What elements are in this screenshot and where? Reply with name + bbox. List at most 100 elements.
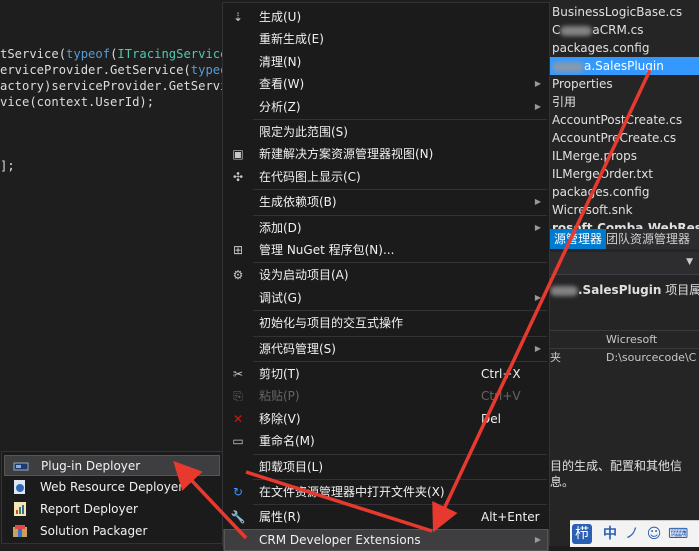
menu-item-cut[interactable]: ✂ 剪切(T) Ctrl+X [223,363,549,385]
menu-item-properties[interactable]: 🔧 属性(R) Alt+Enter [223,506,549,528]
menu-item-label: 重新生成(E) [259,32,324,47]
tree-item[interactable]: 引用 [552,93,576,111]
gear-icon: ⚙ [232,268,244,283]
tree-item[interactable]: ILMerge.props [552,147,637,165]
web-resource-icon [12,479,28,495]
menu-separator [253,479,547,480]
menu-item-label: 粘贴(P) [259,389,300,404]
tree-item-selected[interactable]: a.SalesPlugin [550,57,699,75]
remove-icon: ✕ [232,411,244,426]
property-row[interactable]: Wicresoft [550,330,699,349]
submenu-arrow-icon: ▶ [534,292,541,302]
menu-item-new-view[interactable]: ▣ 新建解决方案资源管理器视图(N) [223,143,549,165]
submenu-arrow-icon: ▶ [534,197,541,207]
context-menu[interactable]: ⇣ 生成(U) 重新生成(E) 清理(N) 查看(W) ▶ 分析(Z) ▶ 限定为此范围(S) ▣… [222,2,550,551]
menu-item-build-deps[interactable]: 生成依赖项(B) ▶ [223,191,549,213]
tree-item[interactable]: Properties [552,75,613,93]
property-description: 目的生成、配置和其他信息。 [550,459,683,489]
menu-item-label: 初始化与项目的交互式操作 [259,316,404,331]
menu-item-label: 生成(U) [259,10,302,24]
submenu-item-webresource-deployer[interactable]: Web Resource Deployer [4,477,220,498]
menu-item-label: 查看(W) [259,77,305,92]
plugin-icon [13,458,29,474]
ime-emoji-icon[interactable]: ☺ [644,524,664,544]
submenu-arrow-icon: ▶ [534,343,541,353]
menu-item-unload[interactable]: 卸载项目(L) [223,456,549,478]
submenu-arrow-icon: ▶ [534,222,541,232]
menu-item-label: 添加(D) [259,220,302,235]
ime-punct-icon[interactable]: ノ [622,524,642,544]
menu-item-clean[interactable]: 清理(N) [223,51,549,73]
menu-item-interactive[interactable]: 初始化与项目的交互式操作 [223,312,549,334]
tree-item[interactable]: AccountPostCreate.cs [552,111,682,129]
wrench-icon: 🔧 [230,510,246,525]
menu-item-nuget[interactable]: ⊞ 管理 NuGet 程序包(N)... [223,239,549,261]
crm-developer-submenu[interactable]: Plug-in Deployer Web Resource Deployer Rep… [1,451,223,544]
package-icon [12,523,28,539]
submenu-arrow-icon: ▶ [534,101,541,111]
menu-separator [253,335,547,337]
code-line: erviceProvider.GetService(typeof [0,63,222,77]
menu-item-view[interactable]: 查看(W) ▶ [223,73,549,95]
menu-item-label: 重命名(M) [259,434,315,449]
build-icon: ⇣ [232,10,244,24]
menu-item-code-map[interactable]: ✣ 在代码图上显示(C) [223,166,549,188]
menu-item-label: 源代码管理(S) [259,341,336,356]
menu-item-shortcut: Ctrl+V [481,389,521,404]
ime-keyboard-icon[interactable]: ⌨ [668,524,688,544]
menu-item-add[interactable]: 添加(D) ▶ [223,217,549,239]
tab-solution-explorer[interactable]: 源管理器 [550,229,607,249]
menu-item-remove[interactable]: ✕ 移除(V) Del [223,408,549,430]
menu-item-source-control[interactable]: 源代码管理(S) ▶ [223,338,549,360]
menu-separator [253,361,547,362]
menu-item-label: 在文件资源管理器中打开文件夹(X) [259,485,445,499]
ime-mode-icon[interactable]: 中 [600,524,620,544]
dropdown-arrow-icon[interactable]: ▼ [686,257,693,267]
ime-logo-icon[interactable]: 栉 [572,524,592,544]
tree-item[interactable]: CaCRM.cs [552,21,643,39]
tree-item[interactable]: ILMergeOrder.txt [552,165,653,183]
tree-item[interactable]: packages.config [552,183,649,201]
menu-item-label: 属性(R) [259,510,301,525]
menu-item-build[interactable]: ⇣ 生成(U) [223,6,549,28]
submenu-item-solution-packager[interactable]: Solution Packager [4,521,220,542]
menu-item-scope[interactable]: 限定为此范围(S) [223,121,549,143]
menu-item-label: 分析(Z) [259,99,301,114]
menu-item-startup[interactable]: ⚙ 设为启动项目(A) [223,264,549,286]
code-line: tService(typeof(ITracingService) [0,47,222,61]
submenu-item-report-deployer[interactable]: Report Deployer [4,499,220,520]
tree-item[interactable]: BusinessLogicBase.cs [552,3,682,21]
menu-separator [253,189,547,191]
menu-separator [253,214,547,216]
tab-team-explorer[interactable]: 团队资源管理器 [602,229,694,249]
submenu-item-plugin-deployer[interactable]: Plug-in Deployer [4,455,220,476]
redacted-text [560,25,593,36]
menu-item-rename[interactable]: ▭ 重命名(M) [223,430,549,452]
menu-item-paste[interactable]: ⎘ 粘贴(P) Ctrl+V [223,385,549,407]
menu-item-rebuild[interactable]: 重新生成(E) [223,28,549,50]
properties-title: .SalesPlugin 项目属 [550,281,699,298]
ime-toolbar[interactable]: 栉 中 ノ ☺ ⌨ [570,520,699,547]
submenu-arrow-icon: ▶ [534,534,541,544]
tool-window-tabs: 源管理器 团队资源管理器 [550,229,699,249]
menu-item-crm-dev[interactable]: CRM Developer Extensions ▶ [223,528,549,551]
code-line: ]; [0,159,15,173]
menu-item-analyze[interactable]: 分析(Z) ▶ [223,96,549,118]
tree-item[interactable]: packages.config [552,39,649,57]
menu-item-label: 生成依赖项(B) [259,195,337,210]
scissors-icon: ✂ [232,367,244,381]
solution-explorer[interactable]: BusinessLogicBase.cs CaCRM.cs packages.con… [550,0,699,546]
menu-item-shortcut: Alt+Enter [481,510,540,525]
refresh-icon: ↻ [232,485,244,499]
menu-item-label: 设为启动项目(A) [259,268,349,283]
tree-item[interactable]: Wicresoft.snk [552,201,633,219]
menu-item-label: 限定为此范围(S) [259,125,348,139]
property-row[interactable]: 夹 D:\sourcecode\C [550,348,699,367]
submenu-item-label: Report Deployer [40,502,138,516]
menu-item-debug[interactable]: 调试(G) ▶ [223,287,549,309]
tree-item[interactable]: AccountPreCreate.cs [552,129,676,147]
menu-item-open-folder[interactable]: ↻ 在文件资源管理器中打开文件夹(X) [223,481,549,503]
submenu-arrow-icon: ▶ [534,79,541,89]
report-icon [12,501,28,517]
submenu-item-label: Web Resource Deployer [40,480,184,494]
